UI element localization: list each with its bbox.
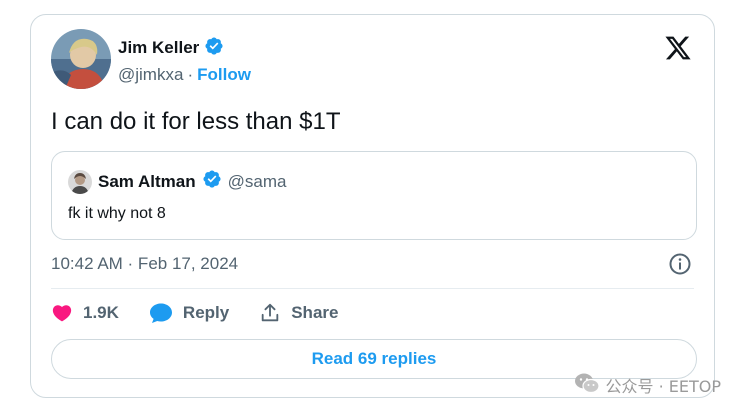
watermark: 公众号 · EETOP [574,372,722,398]
tweet-text: I can do it for less than $1T [51,108,341,135]
quoted-author-avatar [68,169,92,194]
like-count: 1.9K [83,303,119,322]
tweet-timestamp[interactable]: 10:42 AM · Feb 17, 2024 [51,253,238,275]
author-handle[interactable]: @jimkxa [118,64,183,86]
author-name-row: Jim Keller [118,36,224,61]
share-button[interactable]: Share [259,302,338,324]
wechat-icon [574,372,600,398]
reply-button[interactable]: Reply [149,302,229,324]
follow-button[interactable]: Follow [197,64,251,86]
info-icon[interactable] [668,252,692,276]
reply-label: Reply [182,303,230,322]
divider [51,288,694,289]
tweet-actions: 1.9K Reply Share [51,301,368,325]
share-label: Share [291,303,339,322]
like-button[interactable]: 1.9K [51,302,119,324]
quoted-tweet-header: Sam Altman @sama [68,169,286,194]
quoted-author-name: Sam Altman [98,171,196,191]
share-upload-icon [259,302,281,324]
quoted-tweet-text: fk it why not 8 [68,205,166,222]
author-handle-row: @jimkxa · Follow [118,64,251,86]
tweet-card: Jim Keller @jimkxa · Follow I can do it … [30,14,715,398]
heart-icon [51,302,73,324]
author-avatar[interactable] [51,29,111,89]
speech-bubble-icon [149,302,173,324]
x-logo-icon[interactable] [664,34,692,62]
verified-badge-icon [204,36,224,61]
watermark-text: 公众号 · EETOP [605,377,722,396]
page: Jim Keller @jimkxa · Follow I can do it … [0,0,743,413]
author-name[interactable]: Jim Keller [118,38,199,58]
quoted-tweet[interactable]: Sam Altman @sama fk it why not 8 [51,151,697,240]
verified-badge-icon [202,169,222,194]
quoted-author-handle: @sama [227,171,287,191]
handle-separator: · [187,65,194,84]
